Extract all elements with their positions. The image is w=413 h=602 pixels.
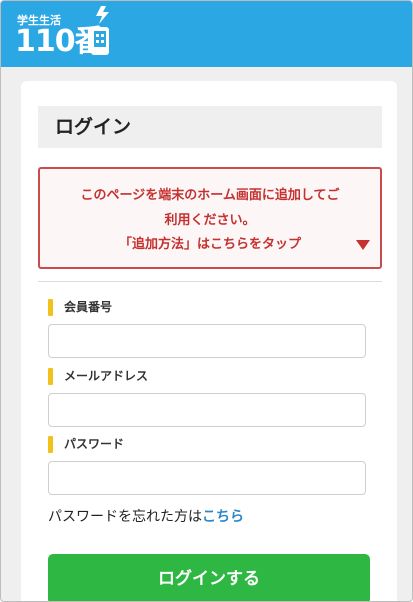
forgot-password-link[interactable]: こちら <box>202 509 244 525</box>
member-number-label-text: 会員番号 <box>64 300 113 314</box>
lightning-icon <box>96 6 109 24</box>
add-to-homescreen-notice[interactable]: このページを端末のホーム画面に追加してご 利用ください。 「追加方法」はこちらを… <box>38 167 382 269</box>
label-marker <box>48 299 53 316</box>
notice-line-1: このページを端末のホーム画面に追加してご <box>80 188 340 203</box>
notice-line-2: 利用ください。 <box>164 213 256 228</box>
divider <box>38 281 382 282</box>
login-button[interactable]: ログインする <box>48 554 370 601</box>
header-bar: 学生生活 110番 <box>1 1 412 67</box>
label-marker <box>48 436 53 453</box>
logo[interactable]: 学生生活 110番 <box>11 5 121 63</box>
password-label-text: パスワード <box>64 437 125 451</box>
page-title: ログイン <box>55 116 132 138</box>
app-frame: 学生生活 110番 ログイン このページを端末のホーム画面に追加してご 利用くだ… <box>0 0 413 602</box>
email-input[interactable] <box>48 393 366 427</box>
forgot-password-text: パスワードを忘れた方はこちら <box>48 506 244 526</box>
email-label-text: メールアドレス <box>64 369 149 383</box>
title-bar: ログイン <box>38 106 382 148</box>
login-card: ログイン このページを端末のホーム画面に追加してご 利用ください。 「追加方法」… <box>21 81 397 601</box>
forgot-password-label: パスワードを忘れた方は <box>48 509 202 525</box>
triangle-down-icon[interactable] <box>356 240 370 250</box>
label-marker <box>48 368 53 385</box>
member-number-input[interactable] <box>48 324 366 358</box>
notice-line-3: 「追加方法」はこちらをタップ <box>118 237 301 252</box>
password-input[interactable] <box>48 461 366 495</box>
phone-icon <box>91 27 109 55</box>
